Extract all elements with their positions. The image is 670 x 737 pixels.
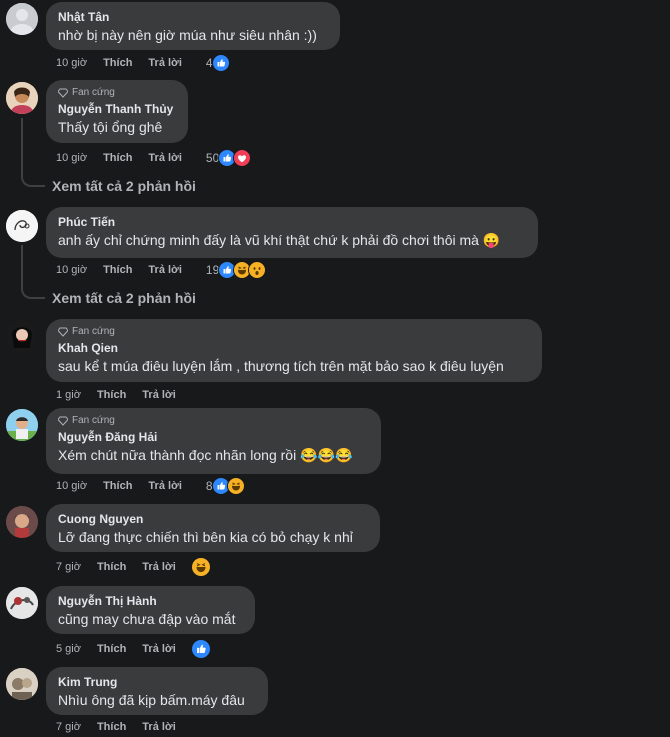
comment-actions: 10 giờ Thích Trả lời 19 [56, 261, 267, 279]
diamond-icon [58, 416, 68, 426]
like-button[interactable]: Thích [103, 480, 132, 492]
comment-bubble: Fan cứng Khah Qien sau kể t múa điêu luy… [46, 319, 542, 382]
like-button[interactable]: Thích [97, 643, 126, 655]
comment-time[interactable]: 10 giờ [56, 264, 87, 276]
reply-button[interactable]: Trả lời [148, 57, 182, 69]
reaction-summary[interactable] [190, 639, 211, 659]
comment-author[interactable]: Nguyễn Đăng Hải [58, 429, 369, 445]
avatar[interactable] [6, 320, 38, 352]
reaction-summary[interactable] [190, 557, 211, 577]
comment-actions: 10 giờ Thích Trả lời 8 [56, 477, 245, 495]
avatar[interactable] [6, 587, 38, 619]
comment-actions: 1 giờ Thích Trả lời [56, 387, 176, 403]
comment-author[interactable]: Kim Trung [58, 674, 256, 690]
reaction-summary[interactable]: 8 [206, 477, 245, 495]
default-avatar-icon [6, 3, 38, 35]
like-button[interactable]: Thích [103, 57, 132, 69]
comment-bubble: Cuong Nguyen Lỡ đang thực chiến thì bên … [46, 504, 380, 552]
thread-connector [21, 245, 45, 299]
diamond-icon [58, 327, 68, 337]
fan-badge-label: Fan cứng [72, 415, 115, 426]
fan-badge-label: Fan cứng [72, 87, 115, 98]
comment-author[interactable]: Khah Qien [58, 340, 530, 356]
thread-connector [21, 118, 45, 187]
comment-text: cũng may chưa đập vào mắt [58, 611, 236, 627]
fan-badge-label: Fan cứng [72, 326, 115, 337]
avatar[interactable] [6, 506, 38, 538]
comment-text: sau kể t múa điêu luyện lắm , thương tíc… [58, 358, 504, 374]
comment-author[interactable]: Phúc Tiến [58, 214, 526, 230]
comment-time[interactable]: 10 giờ [56, 480, 87, 492]
comment-time[interactable]: 7 giờ [56, 561, 81, 573]
comment-time[interactable]: 5 giờ [56, 643, 81, 655]
fan-badge: Fan cứng [58, 326, 530, 338]
like-button[interactable]: Thích [97, 389, 126, 401]
comment-author[interactable]: Nguyễn Thị Hành [58, 593, 243, 609]
wow-reaction-icon [248, 261, 267, 279]
comment-time[interactable]: 10 giờ [56, 152, 87, 164]
reply-button[interactable]: Trả lời [142, 721, 176, 733]
comment-text: Nhìu ông đã kịp bấm.máy đâu [58, 692, 245, 708]
comment-text: Xém chút nữa thành đọc nhãn long rồi 😂😂😂 [58, 447, 353, 463]
view-replies-link[interactable]: Xem tất cả 2 phản hồi [52, 290, 196, 306]
avatar[interactable] [6, 409, 38, 441]
reply-button[interactable]: Trả lời [148, 480, 182, 492]
comment-bubble: Phúc Tiến anh ấy chỉ chứng minh đấy là v… [46, 207, 538, 258]
user-photo-icon [6, 587, 38, 619]
comment-bubble: Kim Trung Nhìu ông đã kịp bấm.máy đâu [46, 667, 268, 715]
comment-text: nhờ bị này nên giờ múa như siêu nhân :)) [58, 27, 317, 43]
user-photo-icon [6, 82, 38, 114]
reply-button[interactable]: Trả lời [142, 561, 176, 573]
user-photo-icon [6, 210, 38, 242]
reaction-summary[interactable]: 4 [206, 54, 230, 72]
like-button[interactable]: Thích [103, 152, 132, 164]
comment-actions: 5 giờ Thích Trả lời [56, 639, 211, 659]
comment-text: Thấy tội ổng ghê [58, 119, 163, 135]
comment-text: anh ấy chỉ chứng minh đấy là vũ khí thật… [58, 232, 501, 248]
comment-actions: 10 giờ Thích Trả lời 50 [56, 149, 252, 167]
fan-badge: Fan cứng [58, 415, 369, 427]
comment-time[interactable]: 1 giờ [56, 389, 81, 401]
reply-button[interactable]: Trả lời [148, 152, 182, 164]
like-button[interactable]: Thích [97, 561, 126, 573]
comment-bubble: Fan cứng Nguyễn Đăng Hải Xém chút nữa th… [46, 408, 381, 474]
haha-reaction-icon [226, 477, 245, 495]
user-photo-icon [6, 668, 38, 700]
comment-bubble: Fan cứng Nguyễn Thanh Thủy Thấy tội ổng … [46, 80, 188, 143]
like-button[interactable]: Thích [97, 721, 126, 733]
comment-time[interactable]: 7 giờ [56, 721, 81, 733]
comment-actions: 7 giờ Thích Trả lời [56, 557, 211, 577]
reply-button[interactable]: Trả lời [148, 264, 182, 276]
reaction-count: 19 [205, 263, 220, 277]
comment-author[interactable]: Cuong Nguyen [58, 511, 368, 527]
view-replies-link[interactable]: Xem tất cả 2 phản hồi [52, 178, 196, 194]
comment-bubble: Nguyễn Thị Hành cũng may chưa đập vào mắ… [46, 586, 255, 634]
like-reaction-icon [190, 639, 211, 659]
like-reaction-icon [211, 54, 230, 72]
haha-reaction-icon [190, 557, 211, 577]
comment-author[interactable]: Nhật Tân [58, 9, 328, 25]
diamond-icon [58, 88, 68, 98]
reply-button[interactable]: Trả lời [142, 643, 176, 655]
comment-author[interactable]: Nguyễn Thanh Thủy [58, 101, 176, 117]
avatar[interactable] [6, 210, 38, 242]
user-photo-icon [6, 506, 38, 538]
comment-actions: 7 giờ Thích Trả lời [56, 719, 176, 735]
comment-bubble: Nhật Tân nhờ bị này nên giờ múa như siêu… [46, 2, 340, 50]
comment-text: Lỡ đang thực chiến thì bên kia có bỏ chạ… [58, 529, 353, 545]
avatar[interactable] [6, 82, 38, 114]
fan-badge: Fan cứng [58, 87, 176, 99]
like-button[interactable]: Thích [103, 264, 132, 276]
avatar[interactable] [6, 3, 38, 35]
reaction-count: 50 [205, 151, 220, 165]
comment-actions: 10 giờ Thích Trả lời 4 [56, 54, 230, 72]
reaction-summary[interactable]: 50 [205, 149, 252, 167]
avatar[interactable] [6, 668, 38, 700]
reaction-summary[interactable]: 19 [205, 261, 267, 279]
reply-button[interactable]: Trả lời [142, 389, 176, 401]
user-photo-icon [6, 409, 38, 441]
comment-time[interactable]: 10 giờ [56, 57, 87, 69]
love-reaction-icon [233, 149, 252, 167]
user-photo-icon [6, 320, 38, 352]
